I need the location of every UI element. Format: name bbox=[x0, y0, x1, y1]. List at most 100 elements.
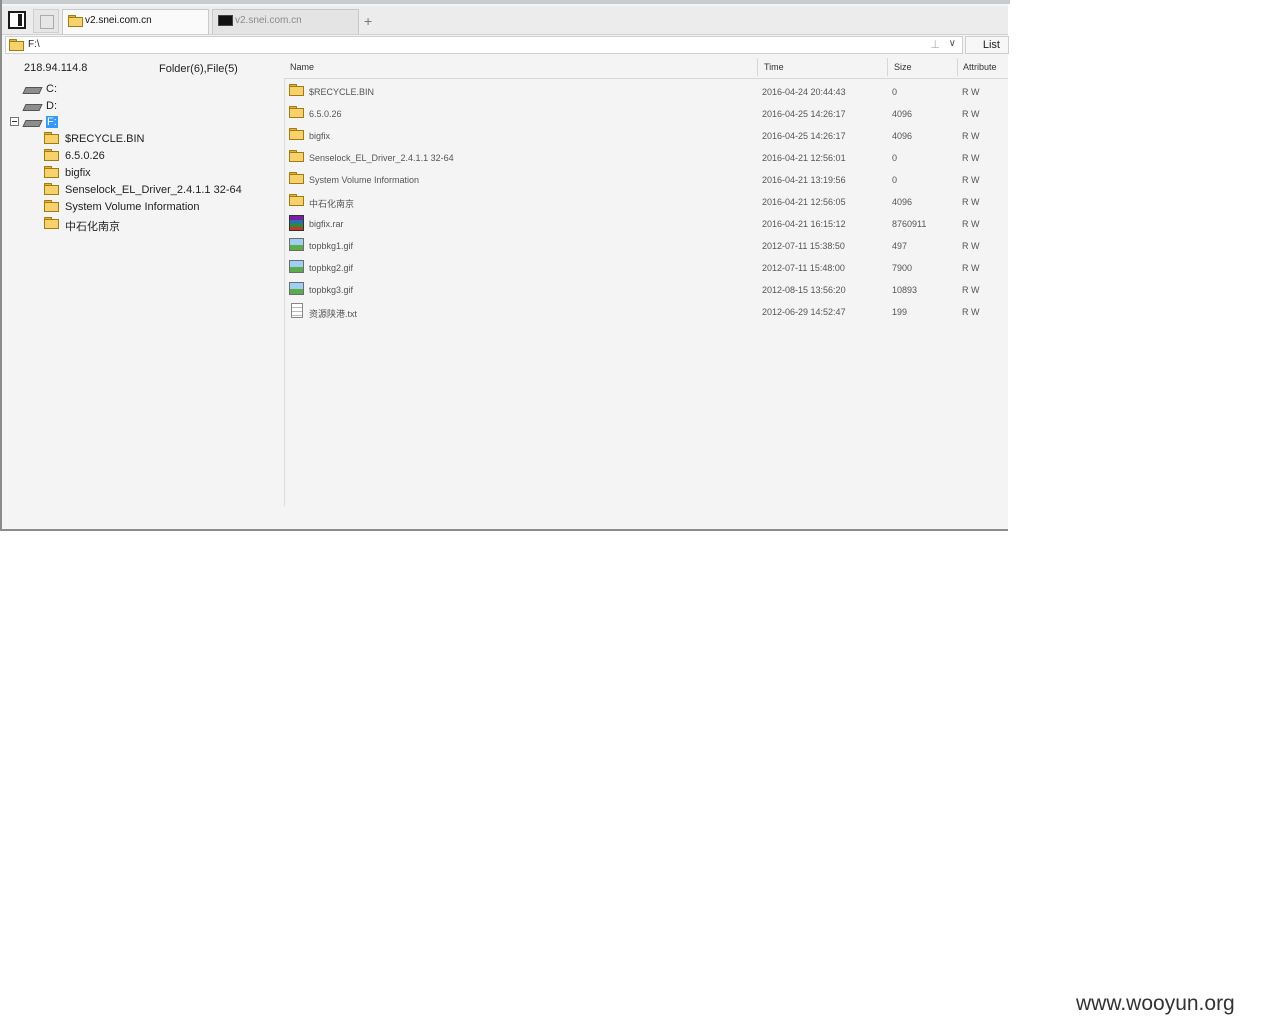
text-file-icon bbox=[291, 303, 303, 318]
window-top-border bbox=[2, 0, 1010, 4]
list-item[interactable]: Senselock_EL_Driver_2.4.1.1 32-64 2016-0… bbox=[285, 146, 1008, 168]
file-attribute: R W bbox=[962, 87, 980, 97]
folder-icon bbox=[44, 166, 59, 178]
file-name: $RECYCLE.BIN bbox=[309, 87, 375, 97]
file-size: 199 bbox=[892, 307, 908, 317]
file-size: 10893 bbox=[892, 285, 918, 295]
list-item[interactable]: System Volume Information 2016-04-21 13:… bbox=[285, 168, 1008, 190]
folder-icon bbox=[44, 132, 59, 144]
list-item[interactable]: $RECYCLE.BIN 2016-04-24 20:44:43 0 R W bbox=[285, 80, 1008, 102]
list-item[interactable]: topbkg3.gif 2012-08-15 13:56:20 10893 R … bbox=[285, 278, 1008, 300]
folder-icon bbox=[44, 149, 59, 161]
file-name: bigfix bbox=[309, 131, 331, 141]
image-icon bbox=[289, 282, 304, 295]
file-name: 资源陕港.txt bbox=[309, 309, 358, 319]
collapse-toggle-icon[interactable] bbox=[10, 117, 19, 126]
item-count: Folder(6),File(5) bbox=[159, 63, 238, 75]
address-path: F:\ bbox=[28, 39, 40, 50]
column-time[interactable]: Time bbox=[764, 62, 784, 72]
file-attribute: R W bbox=[962, 153, 980, 163]
file-name: topbkg1.gif bbox=[309, 241, 354, 251]
grid-icon bbox=[40, 15, 54, 29]
image-icon bbox=[289, 238, 304, 251]
file-size: 4096 bbox=[892, 109, 913, 119]
column-divider[interactable] bbox=[957, 58, 958, 76]
column-divider[interactable] bbox=[887, 58, 888, 76]
file-time: 2016-04-24 20:44:43 bbox=[762, 87, 846, 97]
column-divider[interactable] bbox=[757, 58, 758, 76]
file-attribute: R W bbox=[962, 263, 980, 273]
file-attribute: R W bbox=[962, 307, 980, 317]
tab-file-manager[interactable]: v2.snei.com.cn bbox=[62, 9, 209, 34]
file-name: Senselock_EL_Driver_2.4.1.1 32-64 bbox=[309, 153, 454, 163]
tree-label: 中石化南京 bbox=[65, 221, 120, 233]
file-attribute: R W bbox=[962, 197, 980, 207]
folder-icon bbox=[44, 217, 59, 229]
file-attribute: R W bbox=[962, 109, 980, 119]
file-manager-window: v2.snei.com.cn v2.snei.com.cn + F:\ ⊥ ∨ … bbox=[0, 0, 1010, 531]
file-size: 0 bbox=[892, 87, 898, 97]
tree-label: Senselock_EL_Driver_2.4.1.1 32-64 bbox=[65, 184, 242, 196]
file-size: 7900 bbox=[892, 263, 913, 273]
file-time: 2016-04-25 14:26:17 bbox=[762, 131, 846, 141]
view-mode-button[interactable]: List bbox=[965, 36, 1009, 54]
column-name[interactable]: Name bbox=[290, 62, 314, 72]
file-name: topbkg3.gif bbox=[309, 285, 354, 295]
new-tab-button[interactable]: + bbox=[364, 13, 372, 29]
tree-label: bigfix bbox=[65, 167, 91, 179]
tab-list-button[interactable] bbox=[33, 9, 59, 33]
file-name: bigfix.rar bbox=[309, 219, 344, 229]
column-header: Name Time Size Attribute bbox=[285, 56, 1008, 79]
file-time: 2016-04-21 12:56:01 bbox=[762, 153, 846, 163]
folder-icon bbox=[9, 39, 24, 51]
tab-bar: v2.snei.com.cn v2.snei.com.cn + bbox=[2, 6, 1008, 35]
file-size: 497 bbox=[892, 241, 908, 251]
panel-toggle-icon[interactable] bbox=[8, 11, 26, 29]
file-attribute: R W bbox=[962, 131, 980, 141]
image-icon bbox=[289, 260, 304, 273]
file-attribute: R W bbox=[962, 285, 980, 295]
folder-icon bbox=[289, 194, 304, 206]
file-size: 4096 bbox=[892, 131, 913, 141]
list-item[interactable]: 6.5.0.26 2016-04-25 14:26:17 4096 R W bbox=[285, 102, 1008, 124]
watermark: www.wooyun.org bbox=[1076, 992, 1235, 1015]
list-item[interactable]: topbkg1.gif 2012-07-11 15:38:50 497 R W bbox=[285, 234, 1008, 256]
tree-label: System Volume Information bbox=[65, 201, 200, 213]
drive-icon bbox=[24, 118, 40, 126]
file-time: 2016-04-21 16:15:12 bbox=[762, 219, 846, 229]
column-attribute[interactable]: Attribute bbox=[963, 62, 997, 72]
file-name: 中石化南京 bbox=[309, 199, 355, 209]
pin-icon[interactable]: ⊥ bbox=[930, 37, 940, 53]
drive-icon bbox=[24, 102, 40, 110]
folder-icon bbox=[289, 106, 304, 118]
chevron-down-icon[interactable]: ∨ bbox=[949, 36, 956, 52]
tree-label: 6.5.0.26 bbox=[65, 150, 105, 162]
host-ip: 218.94.114.8 bbox=[24, 62, 88, 74]
drive-icon bbox=[24, 85, 40, 93]
file-time: 2012-06-29 14:52:47 bbox=[762, 307, 846, 317]
tree-label: F: bbox=[46, 116, 58, 128]
address-bar[interactable]: F:\ ⊥ ∨ bbox=[5, 36, 963, 54]
list-item[interactable]: topbkg2.gif 2012-07-11 15:48:00 7900 R W bbox=[285, 256, 1008, 278]
folder-icon bbox=[289, 150, 304, 162]
folder-icon bbox=[289, 128, 304, 140]
file-name: topbkg2.gif bbox=[309, 263, 354, 273]
file-time: 2012-07-11 15:48:00 bbox=[762, 263, 845, 273]
file-time: 2012-08-15 13:56:20 bbox=[762, 285, 846, 295]
rar-archive-icon bbox=[289, 215, 304, 231]
list-item[interactable]: bigfix.rar 2016-04-21 16:15:12 8760911 R… bbox=[285, 212, 1008, 234]
tree-label: $RECYCLE.BIN bbox=[65, 133, 145, 145]
file-time: 2012-07-11 15:38:50 bbox=[762, 241, 845, 251]
file-time: 2016-04-25 14:26:17 bbox=[762, 109, 846, 119]
list-item[interactable]: bigfix 2016-04-25 14:26:17 4096 R W bbox=[285, 124, 1008, 146]
tree-label: C: bbox=[46, 83, 57, 95]
list-item[interactable]: 中石化南京 2016-04-21 12:56:05 4096 R W bbox=[285, 190, 1008, 212]
tab-terminal[interactable]: v2.snei.com.cn bbox=[212, 9, 359, 34]
list-item[interactable]: 资源陕港.txt 2012-06-29 14:52:47 199 R W bbox=[285, 300, 1008, 322]
tab-label: v2.snei.com.cn bbox=[85, 15, 152, 26]
file-name: System Volume Information bbox=[309, 175, 420, 185]
file-name: 6.5.0.26 bbox=[309, 109, 342, 119]
terminal-icon bbox=[218, 15, 233, 26]
column-size[interactable]: Size bbox=[894, 62, 912, 72]
file-attribute: R W bbox=[962, 175, 980, 185]
